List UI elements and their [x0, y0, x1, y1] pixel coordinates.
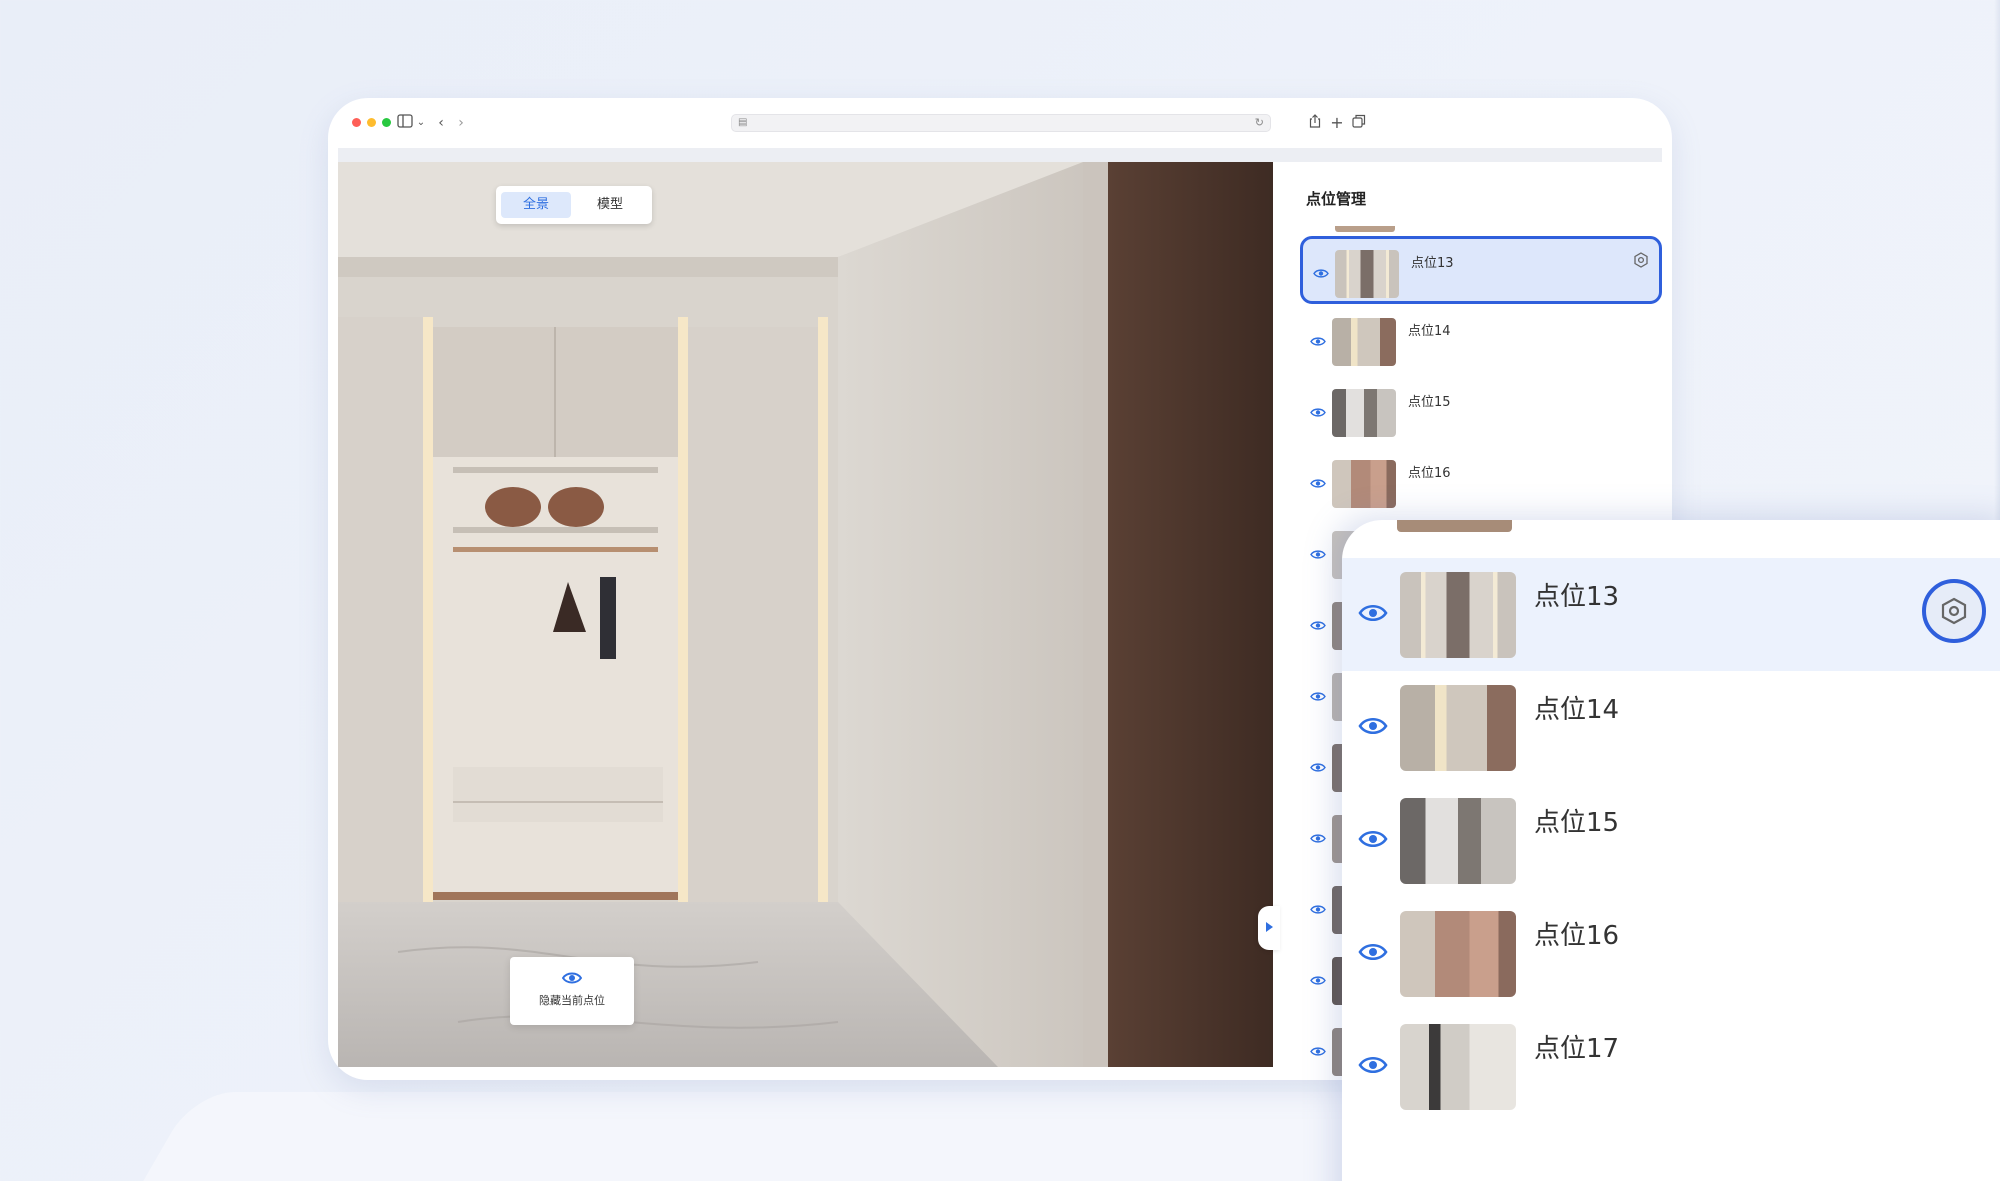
list-item[interactable]: 点位13 — [1300, 236, 1662, 304]
point-name: 点位15 — [1408, 395, 1451, 410]
eye-icon[interactable] — [1310, 336, 1326, 347]
eye-icon[interactable] — [1358, 828, 1388, 850]
list-item[interactable]: 点位14 — [1342, 671, 2000, 784]
chevron-down-icon[interactable]: ⌄ — [412, 114, 430, 132]
caret-right-icon — [1266, 922, 1273, 932]
tab-panorama[interactable]: 全景 — [501, 192, 571, 218]
point-thumbnail — [1332, 318, 1396, 366]
list-item[interactable]: 点位16 — [1300, 449, 1662, 517]
list-item[interactable]: 点位15 — [1342, 784, 2000, 897]
list-item[interactable]: 点位13 — [1342, 558, 2000, 671]
point-thumbnail — [1332, 389, 1396, 437]
zoomed-point-list: 点位13 点位14 点位15 点位16 点位17 — [1342, 520, 2000, 1181]
list-item[interactable]: 点位17 — [1342, 1010, 2000, 1123]
point-name: 点位13 — [1534, 582, 1620, 612]
point-thumbnail — [1400, 798, 1516, 884]
eye-icon[interactable] — [1310, 549, 1326, 560]
point-thumbnail — [1400, 572, 1516, 658]
browser-toolbar: ⌄ ‹ › ▤ ↻ + — [328, 98, 1672, 148]
eye-icon[interactable] — [1313, 268, 1329, 279]
point-list: 点位13 点位14 点位15 点位16 — [1300, 226, 1662, 1076]
point-name: 点位17 — [1534, 1034, 1620, 1064]
eye-icon[interactable] — [1310, 407, 1326, 418]
panorama-scene — [338, 162, 1273, 1067]
point-thumbnail — [1400, 685, 1516, 771]
eye-icon[interactable] — [1310, 904, 1326, 915]
list-item-peek — [1335, 226, 1395, 232]
page-icon: ▤ — [738, 117, 748, 128]
tabs-icon[interactable] — [1350, 114, 1368, 132]
share-icon[interactable] — [1306, 114, 1324, 132]
eye-icon[interactable] — [1310, 1046, 1326, 1057]
settings-icon — [1941, 597, 1967, 625]
point-name: 点位13 — [1411, 256, 1454, 271]
address-bar[interactable]: ▤ ↻ — [731, 114, 1271, 132]
forward-icon[interactable]: › — [452, 114, 470, 132]
eye-icon[interactable] — [1310, 833, 1326, 844]
point-name: 点位16 — [1534, 921, 1620, 951]
eye-icon[interactable] — [1310, 691, 1326, 702]
panorama-viewer[interactable]: 全景 模型 隐藏当前点位 — [338, 162, 1273, 1067]
eye-icon[interactable] — [1358, 715, 1388, 737]
toolbar-divider — [338, 148, 1662, 162]
list-item[interactable]: 点位15 — [1300, 378, 1662, 446]
eye-icon[interactable] — [1310, 620, 1326, 631]
point-thumbnail — [1332, 460, 1396, 508]
eye-icon[interactable] — [1310, 975, 1326, 986]
point-name: 点位16 — [1408, 466, 1451, 481]
point-name: 点位15 — [1534, 808, 1620, 838]
background-slab — [125, 1092, 1495, 1181]
settings-button[interactable] — [1922, 579, 1986, 643]
settings-icon[interactable] — [1633, 252, 1649, 268]
maximize-dot[interactable] — [382, 118, 391, 127]
eye-icon[interactable] — [1358, 941, 1388, 963]
reload-icon[interactable]: ↻ — [1255, 116, 1264, 129]
list-item[interactable]: 点位16 — [1342, 897, 2000, 1010]
window-controls — [352, 118, 391, 127]
new-tab-icon[interactable]: + — [1328, 114, 1346, 132]
point-thumbnail — [1400, 911, 1516, 997]
list-item-peek — [1397, 520, 1512, 532]
panel-title: 点位管理 — [1306, 190, 1367, 208]
eye-icon[interactable] — [1358, 602, 1388, 624]
eye-icon[interactable] — [1358, 1054, 1388, 1076]
point-thumbnail — [1400, 1024, 1516, 1110]
view-mode-toggle: 全景 模型 — [496, 186, 652, 224]
point-name: 点位14 — [1534, 695, 1620, 725]
minimize-dot[interactable] — [367, 118, 376, 127]
hide-current-point-button[interactable]: 隐藏当前点位 — [510, 957, 634, 1025]
eye-icon[interactable] — [1310, 762, 1326, 773]
back-icon[interactable]: ‹ — [432, 114, 450, 132]
point-name: 点位14 — [1408, 324, 1451, 339]
close-dot[interactable] — [352, 118, 361, 127]
hide-current-point-label: 隐藏当前点位 — [539, 994, 605, 1007]
eye-icon[interactable] — [1310, 478, 1326, 489]
panel-collapse-handle[interactable] — [1258, 906, 1280, 950]
tab-model[interactable]: 模型 — [575, 192, 645, 218]
point-thumbnail — [1335, 250, 1399, 298]
eye-icon — [562, 972, 582, 984]
list-item[interactable]: 点位14 — [1300, 307, 1662, 375]
